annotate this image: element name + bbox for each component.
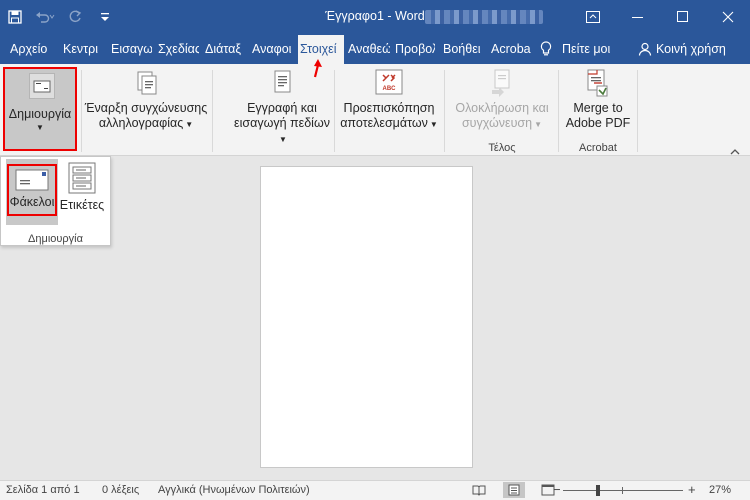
close-icon[interactable]: [705, 0, 750, 34]
tab-references[interactable]: Αναφοι: [252, 34, 293, 64]
group-divider: [637, 70, 638, 152]
highlight-box: [7, 164, 57, 216]
zoom-level[interactable]: 27%: [709, 484, 731, 496]
read-mode-icon[interactable]: [472, 484, 486, 499]
title-bar: Έγγραφο1 - Word: [0, 0, 750, 34]
share-label: Κοινή χρήση: [656, 42, 726, 56]
language-indicator[interactable]: Αγγλικά (Ηνωμένων Πολιτειών): [158, 484, 310, 496]
preview-line2: αποτελεσμάτων: [340, 116, 428, 130]
acrobat-line1: Merge to: [573, 101, 623, 115]
create-button[interactable]: Δημιουργία ▼: [3, 67, 77, 151]
account-name-blurred[interactable]: [425, 10, 543, 24]
tab-insert[interactable]: Εισαγω: [111, 34, 152, 64]
status-bar: Σελίδα 1 από 1 0 λέξεις Αγγλικά (Ηνωμένω…: [0, 480, 750, 500]
group-finish-label: Τέλος: [488, 142, 516, 154]
tab-home[interactable]: Κεντρι: [63, 34, 103, 64]
zoom-slider-midpoint: [622, 487, 623, 494]
group-acrobat-label: Acrobat: [579, 142, 617, 154]
finish-line2: συγχώνευση: [461, 116, 533, 130]
group-divider: [558, 70, 559, 152]
finish-line1: Ολοκλήρωση και: [455, 101, 549, 115]
group-divider: [81, 70, 82, 152]
document-page[interactable]: [260, 166, 473, 468]
create-dropdown-panel: Φάκελοι Ετικέτες Δημιουργία: [0, 156, 111, 246]
tab-acrobat[interactable]: Acroba: [491, 34, 531, 64]
tell-me-label: Πείτε μοι: [562, 42, 611, 56]
tab-review[interactable]: Αναθεώ: [348, 34, 390, 64]
insert-field-icon: [274, 70, 291, 93]
chevron-down-icon: ▼: [429, 120, 438, 129]
ribbon-display-options-icon[interactable]: [570, 0, 615, 34]
finish-merge-button[interactable]: Ολοκλήρωση και συγχώνευση ▼: [448, 68, 556, 132]
start-merge-line2: αλληλογραφίας: [98, 116, 184, 130]
group-divider: [444, 70, 445, 152]
preview-abc-icon: ABC: [375, 69, 403, 95]
chevron-down-icon: ▼: [185, 120, 194, 129]
envelope-icon: [29, 73, 55, 99]
labels-label: Ετικέτες: [59, 198, 105, 212]
tab-view[interactable]: Προβολ: [395, 34, 435, 64]
write-insert-fields-button[interactable]: Εγγραφή και εισαγωγή πεδίων ▼: [232, 68, 332, 147]
print-layout-icon[interactable]: [503, 482, 525, 498]
preview-line1: Προεπισκόπηση: [343, 101, 435, 115]
labels-button[interactable]: Ετικέτες: [58, 159, 106, 225]
adobe-pdf-merge-icon: [587, 69, 608, 97]
minimize-icon[interactable]: [615, 0, 660, 34]
write-insert-line2: εισαγωγή πεδίων: [234, 116, 330, 130]
tab-design[interactable]: Σχεδίας: [158, 34, 199, 64]
group-divider: [334, 70, 335, 152]
create-label: Δημιουργία: [8, 107, 72, 121]
zoom-slider-thumb[interactable]: [596, 485, 600, 496]
chevron-down-icon: ▼: [279, 135, 287, 144]
page-count[interactable]: Σελίδα 1 από 1: [6, 484, 80, 496]
document-canvas: [0, 157, 750, 480]
maximize-icon[interactable]: [660, 0, 705, 34]
start-mail-merge-button[interactable]: Έναρξη συγχώνευσης αλληλογραφίας ▼: [84, 68, 208, 132]
group-divider: [212, 70, 213, 152]
word-count[interactable]: 0 λέξεις: [102, 484, 139, 496]
chevron-down-icon: ▼: [36, 123, 44, 132]
red-arrow-annotation: [313, 59, 322, 78]
zoom-in-button[interactable]: +: [688, 482, 696, 497]
share-button[interactable]: Κοινή χρήση: [638, 34, 726, 64]
merge-to-adobe-pdf-button[interactable]: Merge to Adobe PDF: [562, 68, 634, 131]
chevron-down-icon: ▼: [534, 120, 543, 129]
zoom-slider[interactable]: [563, 490, 683, 491]
preview-results-button[interactable]: ABC Προεπισκόπηση αποτελεσμάτων ▼: [337, 68, 441, 132]
dropdown-group-label: Δημιουργία: [28, 233, 83, 245]
zoom-out-button[interactable]: −: [553, 482, 561, 497]
collapse-ribbon-icon[interactable]: [730, 144, 740, 158]
tab-help[interactable]: Βοήθει: [443, 34, 483, 64]
preview-icon-text: ABC: [383, 86, 397, 92]
person-icon: [638, 42, 652, 56]
labels-icon: [68, 162, 96, 194]
tab-file[interactable]: Αρχείο: [10, 34, 48, 64]
mail-merge-icon: [137, 71, 157, 95]
tell-me-box[interactable]: Πείτε μοι: [540, 34, 610, 64]
ribbon-mailings: Δημιουργία ▼ Έναρξη συγχώνευσης αλληλογρ…: [0, 64, 750, 156]
tab-layout[interactable]: Διάταξ: [205, 34, 245, 64]
acrobat-line2: Adobe PDF: [565, 116, 631, 130]
write-insert-line1: Εγγραφή και: [247, 101, 317, 115]
start-merge-line1: Έναρξη συγχώνευσης: [84, 101, 208, 115]
lightbulb-icon: [540, 41, 552, 56]
finish-merge-icon: [492, 69, 510, 97]
